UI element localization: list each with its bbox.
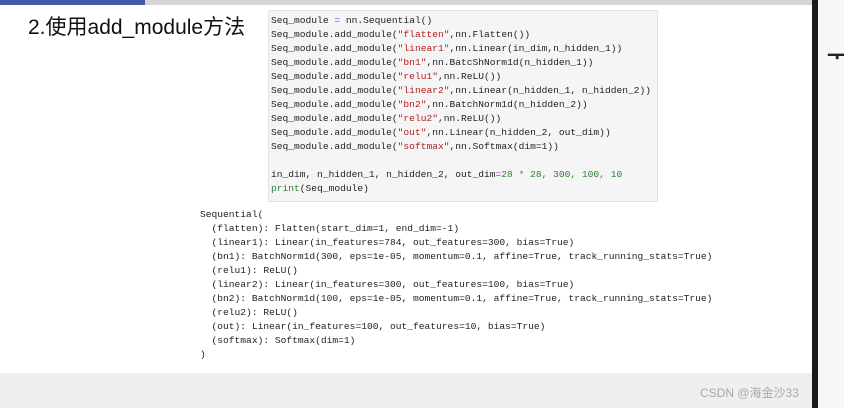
code-line: Seq_module.add_module("relu1",nn.ReLU()): [271, 71, 502, 82]
output-line: Sequential(: [200, 209, 264, 220]
output-line: (relu2): ReLU(): [200, 307, 298, 318]
code-line: Seq_module = nn.Sequential(): [271, 15, 433, 26]
output-line: (softmax): Softmax(dim=1): [200, 335, 356, 346]
output-line: (bn2): BatchNorm1d(100, eps=1e-05, momen…: [200, 293, 713, 304]
top-bar-accent: [0, 0, 145, 5]
code-line: Seq_module.add_module("relu2",nn.ReLU()): [271, 113, 502, 124]
code-line: Seq_module.add_module("linear2",nn.Linea…: [271, 85, 652, 96]
watermark: CSDN @海金沙33: [700, 386, 799, 400]
code-line: print(Seq_module): [271, 183, 369, 194]
code-line: Seq_module.add_module("linear1",nn.Linea…: [271, 43, 623, 54]
code-line: in_dim, n_hidden_1, n_hidden_2, out_dim=…: [271, 169, 623, 180]
code-line: Seq_module.add_module("bn1",nn.BatcShNor…: [271, 57, 594, 68]
output-line: (out): Linear(in_features=100, out_featu…: [200, 321, 546, 332]
code-line: Seq_module.add_module("out",nn.Linear(n_…: [271, 127, 611, 138]
output-line: (linear2): Linear(in_features=300, out_f…: [200, 279, 575, 290]
right-panel-glyph: ᅲ: [826, 35, 844, 76]
output-line: (linear1): Linear(in_features=784, out_f…: [200, 237, 575, 248]
output-line: ): [200, 349, 206, 360]
code-line: Seq_module.add_module("softmax",nn.Softm…: [271, 141, 559, 152]
slide-heading: 2.使用add_module方法: [28, 16, 246, 39]
bottom-strip: [0, 373, 812, 408]
output-line: (bn1): BatchNorm1d(300, eps=1e-05, momen…: [200, 251, 713, 262]
code-line: Seq_module.add_module("flatten",nn.Flatt…: [271, 29, 531, 40]
output-line: (flatten): Flatten(start_dim=1, end_dim=…: [200, 223, 460, 234]
output-line: (relu1): ReLU(): [200, 265, 298, 276]
code-line: Seq_module.add_module("bn2",nn.BatchNorm…: [271, 99, 588, 110]
